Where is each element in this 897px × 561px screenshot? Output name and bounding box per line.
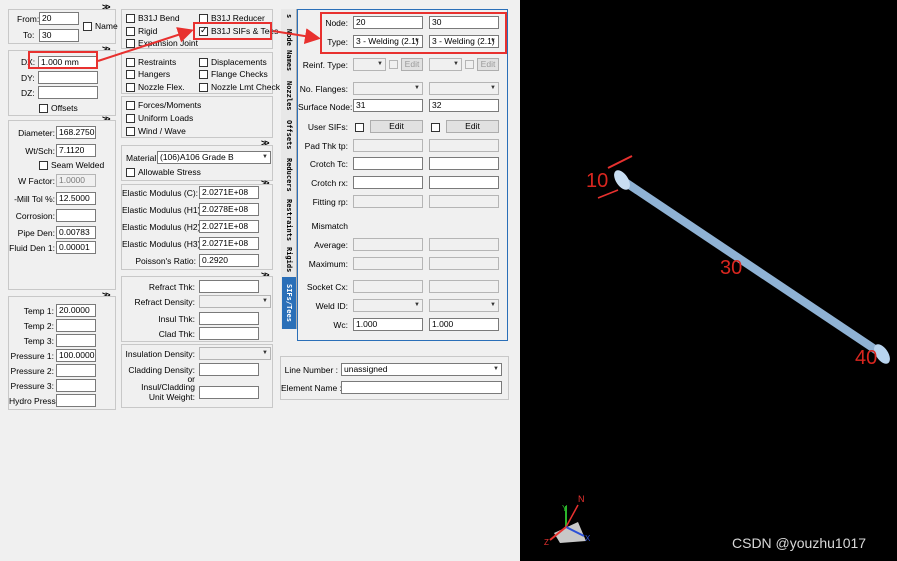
watermark: CSDN @youzhu1017	[732, 535, 866, 551]
3d-viewport[interactable]: 10 30 40 Y N X Z CSDN @youzhu1017	[520, 0, 897, 561]
axis-y-label: Y	[562, 504, 568, 513]
node-label-10: 10	[586, 170, 608, 192]
axis-n-label: N	[578, 494, 585, 504]
arrow-sifs-to-node	[272, 28, 321, 45]
node-label-40: 40	[855, 347, 877, 369]
pipe-element[interactable]	[611, 168, 893, 367]
node-label-30: 30	[720, 257, 742, 279]
pipe-body	[616, 171, 888, 363]
axis-x-label: X	[585, 534, 591, 543]
axis-z-label: Z	[544, 538, 549, 547]
axis-triad-icon: Y N X Z	[544, 494, 591, 547]
annotation-arrows	[97, 27, 321, 62]
arrow-dx-to-sifs	[97, 27, 194, 62]
model-canvas[interactable]: 10 30 40 Y N X Z CSDN @youzhu1017	[520, 0, 897, 561]
node-10-marker	[607, 155, 633, 169]
